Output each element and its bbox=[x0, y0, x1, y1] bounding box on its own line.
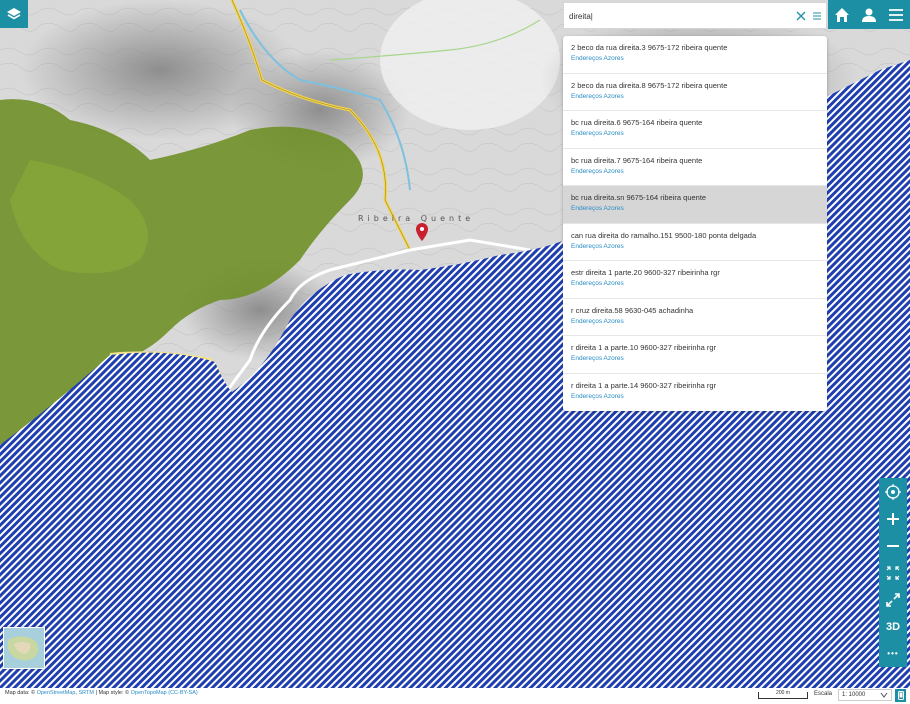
zoom-in-button[interactable] bbox=[879, 505, 907, 532]
place-label: Ribeira Quente bbox=[358, 214, 475, 223]
clear-search-button[interactable] bbox=[795, 9, 807, 23]
map-toolbar: 3D ••• bbox=[879, 478, 907, 667]
search-result-item[interactable]: bc rua direita.6 9675-164 ribeira quente… bbox=[563, 111, 827, 149]
srtm-link[interactable]: SRTM bbox=[78, 690, 93, 696]
menu-button[interactable] bbox=[882, 0, 910, 29]
search-result-item[interactable]: 2 beco da rua direita.8 9675-172 ribeira… bbox=[563, 74, 827, 111]
result-source: Endereços Azores bbox=[571, 92, 624, 100]
result-source: Endereços Azores bbox=[571, 355, 624, 362]
result-source: Endereços Azores bbox=[571, 130, 624, 137]
result-source: Endereços Azores bbox=[571, 317, 624, 325]
home-button[interactable] bbox=[828, 0, 855, 29]
overview-minimap[interactable] bbox=[3, 627, 45, 669]
result-address: 2 beco da rua direita.3 9675-172 ribeira… bbox=[571, 43, 728, 52]
search-box bbox=[563, 2, 827, 29]
search-result-item[interactable]: can rua direita do ramalho.151 9500-180 … bbox=[563, 224, 827, 261]
search-result-item[interactable]: bc rua direita.sn 9675-164 ribeira quent… bbox=[563, 186, 827, 224]
more-button[interactable]: ••• bbox=[879, 640, 907, 667]
attribution-sep: , bbox=[75, 690, 77, 696]
chevron-down-icon bbox=[880, 692, 888, 698]
result-source: Endereços Azores bbox=[571, 280, 624, 287]
result-address: r direita 1 a parte.10 9600-327 ribeirin… bbox=[571, 343, 717, 352]
search-options-button[interactable] bbox=[811, 9, 823, 23]
result-address: estr direita 1 parte.20 9600-327 ribeiri… bbox=[571, 268, 720, 277]
result-source: Endereços Azores bbox=[571, 55, 624, 62]
layers-icon bbox=[7, 8, 21, 20]
opentopomap-link[interactable]: OpenTopoMap bbox=[131, 690, 167, 696]
list-icon bbox=[813, 12, 821, 20]
search-result-item[interactable]: 2 beco da rua direita.3 9675-172 ribeira… bbox=[563, 36, 827, 74]
result-address: 2 beco da rua direita.8 9675-172 ribeira… bbox=[571, 80, 728, 90]
result-source: Endereços Azores bbox=[571, 242, 624, 250]
fullscreen-button[interactable] bbox=[879, 586, 907, 613]
result-address: r cruz direita.58 9630-045 achadinha bbox=[571, 305, 694, 315]
home-icon bbox=[834, 7, 849, 22]
result-address: bc rua direita.6 9675-164 ribeira quente bbox=[571, 118, 703, 127]
scale-label: Escala bbox=[814, 691, 833, 697]
expand-icon bbox=[886, 592, 900, 607]
license-link[interactable]: (CC-BY-SA) bbox=[168, 690, 197, 696]
scale-value: 1: 10000 bbox=[842, 692, 866, 698]
locate-button[interactable] bbox=[879, 478, 907, 505]
user-icon bbox=[861, 8, 876, 22]
search-input[interactable] bbox=[569, 6, 789, 26]
minimap-svg bbox=[4, 628, 44, 668]
search-result-item[interactable]: bc rua direita.7 9675-164 ribeira quente… bbox=[563, 149, 827, 186]
user-button[interactable] bbox=[855, 0, 882, 29]
fit-extent-icon bbox=[886, 565, 900, 580]
search-result-item[interactable]: r cruz direita.58 9630-045 achadinha Ende… bbox=[563, 299, 827, 336]
result-address: can rua direita do ramalho.151 9500-180 … bbox=[571, 230, 757, 240]
result-address: bc rua direita.sn 9675-164 ribeira quent… bbox=[571, 193, 707, 202]
scale-bar: 200 m bbox=[758, 690, 808, 699]
search-result-item[interactable]: estr direita 1 parte.20 9600-327 ribeiri… bbox=[563, 261, 827, 299]
minus-icon bbox=[887, 544, 899, 547]
hamburger-menu-icon bbox=[889, 8, 903, 21]
layers-button[interactable] bbox=[0, 0, 28, 28]
attribution-mid: | Map style: © bbox=[95, 690, 130, 696]
close-icon bbox=[796, 11, 806, 21]
search-results-list: 2 beco da rua direita.3 9675-172 ribeira… bbox=[563, 36, 827, 411]
search-result-item[interactable]: r direita 1 a parte.10 9600-327 ribeirin… bbox=[563, 336, 827, 374]
osm-link[interactable]: OpenStreetMap bbox=[37, 690, 76, 696]
scale-select[interactable]: 1: 10000 bbox=[838, 689, 892, 701]
attribution-prefix: Map data: © bbox=[5, 690, 36, 696]
result-address: bc rua direita.7 9675-164 ribeira quente bbox=[571, 155, 703, 165]
map-attribution: Map data: © OpenStreetMap, SRTM | Map st… bbox=[5, 690, 198, 696]
status-bar: Map data: © OpenStreetMap, SRTM | Map st… bbox=[0, 688, 910, 704]
result-source: Endereços Azores bbox=[571, 167, 624, 175]
plus-icon bbox=[887, 512, 899, 525]
mobile-view-button[interactable] bbox=[895, 689, 906, 702]
result-address: r direita 1 a parte.14 9600-327 ribeirin… bbox=[571, 380, 717, 390]
phone-icon bbox=[897, 691, 904, 700]
scale-bar-label: 200 m bbox=[776, 690, 790, 696]
3d-button[interactable]: 3D bbox=[879, 613, 907, 640]
search-result-item[interactable]: r direita 1 a parte.14 9600-327 ribeirin… bbox=[563, 374, 827, 412]
result-source: Endereços Azores bbox=[571, 392, 624, 400]
fit-extent-button[interactable] bbox=[879, 559, 907, 586]
zoom-out-button[interactable] bbox=[879, 532, 907, 559]
result-source: Endereços Azores bbox=[571, 205, 624, 212]
locate-icon bbox=[885, 483, 901, 500]
